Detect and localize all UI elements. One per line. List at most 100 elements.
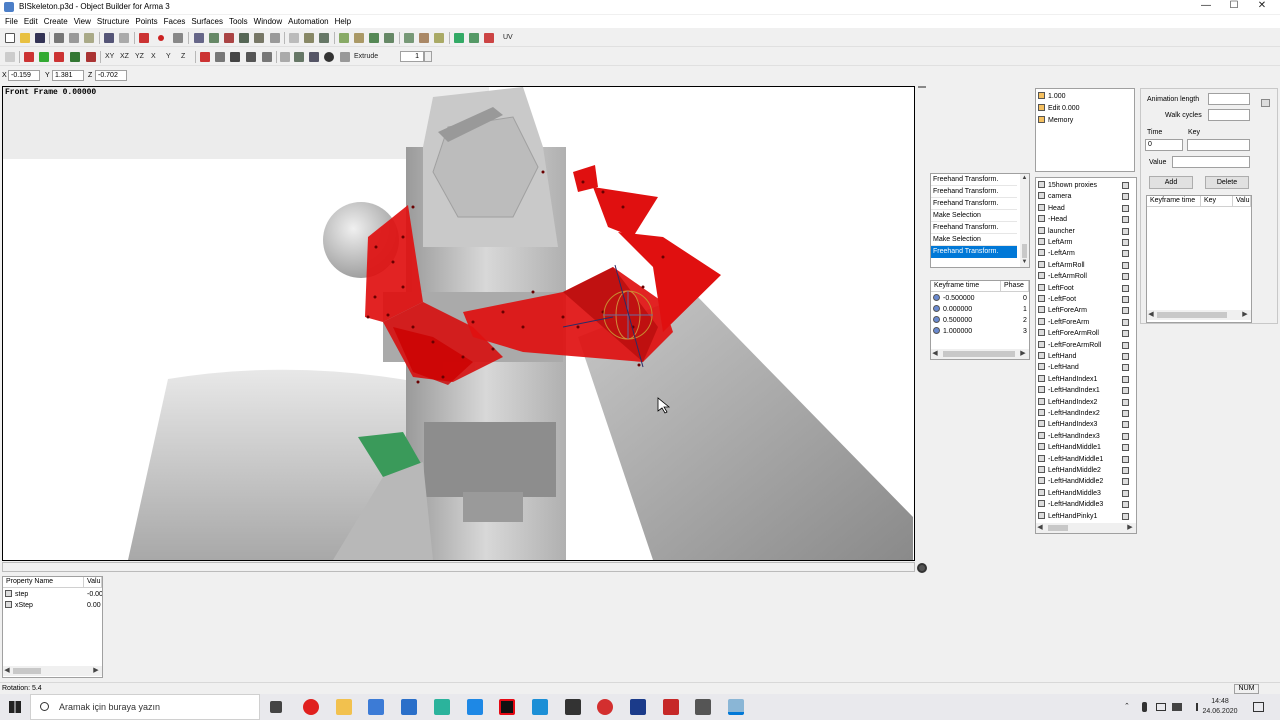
tool-f-icon[interactable] xyxy=(319,33,329,43)
selection-visibility-icon[interactable] xyxy=(1122,261,1129,269)
anim-table-hscrollbar[interactable]: ◀ ▶ xyxy=(1147,310,1251,320)
tool-x-icon[interactable] xyxy=(215,52,225,62)
properties-table[interactable]: Property Name Valu step -0.00 xStep 0.00 ◀… xyxy=(2,576,103,678)
selection-visibility-icon[interactable] xyxy=(1122,501,1129,509)
file-explorer-icon[interactable] xyxy=(336,699,352,715)
key-input[interactable] xyxy=(1187,139,1250,151)
uv-button[interactable]: UV xyxy=(503,33,513,43)
clock-date[interactable]: 24.06.2020 xyxy=(1200,707,1240,716)
record-icon[interactable] xyxy=(139,33,149,43)
history-item[interactable]: Freehand Transform. xyxy=(931,198,1017,210)
task-view-icon[interactable] xyxy=(270,701,282,713)
history-scroll-thumb[interactable] xyxy=(1022,244,1027,258)
mail-icon[interactable] xyxy=(401,699,417,715)
selection-item[interactable]: LeftHandIndex2 xyxy=(1036,397,1136,409)
selection-item[interactable]: -LeftHandMiddle3 xyxy=(1036,499,1136,511)
media-player-icon[interactable] xyxy=(597,699,613,715)
lod-item[interactable]: Edit 0.000 xyxy=(1036,103,1134,115)
app-teal-icon[interactable] xyxy=(434,699,450,715)
microphone-icon[interactable] xyxy=(1142,702,1147,712)
opera-icon[interactable] xyxy=(303,699,319,715)
extrude-input[interactable]: 1 xyxy=(400,51,424,62)
tray-chevron-icon[interactable]: ⌃ xyxy=(1124,702,1130,711)
scroll-right-icon[interactable]: ▶ xyxy=(92,666,100,676)
selection-item[interactable]: LeftArmRoll xyxy=(1036,260,1136,272)
scroll-left-icon[interactable]: ◀ xyxy=(931,349,939,359)
selection-item[interactable]: LeftHand xyxy=(1036,351,1136,363)
history-list[interactable]: Freehand Transform. Freehand Transform. … xyxy=(930,173,1030,268)
selection-item[interactable]: LeftHandMiddle2 xyxy=(1036,465,1136,477)
tool-ae-icon[interactable] xyxy=(324,52,334,62)
tool-z-icon[interactable] xyxy=(246,52,256,62)
notification-icon[interactable] xyxy=(1253,702,1264,712)
play-icon[interactable] xyxy=(173,33,183,43)
tool-p-icon[interactable] xyxy=(484,33,494,43)
tool-g-icon[interactable] xyxy=(339,33,349,43)
tool-j-icon[interactable] xyxy=(384,33,394,43)
anim-key-header[interactable]: Key xyxy=(1201,196,1233,207)
selection-visibility-icon[interactable] xyxy=(1122,432,1129,440)
selection-visibility-icon[interactable] xyxy=(1122,387,1129,395)
selection-visibility-icon[interactable] xyxy=(1122,455,1129,463)
scroll-left-icon[interactable]: ◀ xyxy=(1147,310,1155,320)
named-selections-list[interactable]: 15hown proxies camera Head -Head launcher Lef… xyxy=(1035,177,1137,534)
tool-u-icon[interactable] xyxy=(70,52,80,62)
selection-item[interactable]: -Head xyxy=(1036,214,1136,226)
keyframe-time-header[interactable]: Keyframe time xyxy=(931,281,1001,292)
selection-visibility-icon[interactable] xyxy=(1122,478,1129,486)
tool-k-icon[interactable] xyxy=(404,33,414,43)
scroll-left-icon[interactable]: ◀ xyxy=(1036,523,1044,533)
axis-z-button[interactable]: Z xyxy=(181,52,185,62)
view-xz-button[interactable]: XZ xyxy=(120,52,129,62)
selection-visibility-icon[interactable] xyxy=(1122,216,1129,224)
selection-visibility-icon[interactable] xyxy=(1122,318,1129,326)
stop-dot-icon[interactable] xyxy=(158,35,164,41)
app-blue-icon[interactable] xyxy=(467,699,483,715)
select-icon[interactable] xyxy=(209,33,219,43)
tool-ac-icon[interactable] xyxy=(294,52,304,62)
tool-aa-icon[interactable] xyxy=(262,52,272,62)
selection-visibility-icon[interactable] xyxy=(1122,512,1129,520)
selection-visibility-icon[interactable] xyxy=(1122,193,1129,201)
app-dark-icon[interactable] xyxy=(565,699,581,715)
new-file-icon[interactable] xyxy=(5,33,15,43)
z-coordinate-input[interactable]: -0.702 xyxy=(95,70,127,81)
tool-n-icon[interactable] xyxy=(454,33,464,43)
taskbar-search-box[interactable]: Aramak için buraya yazın xyxy=(30,694,260,720)
delete-button[interactable]: Delete xyxy=(1205,176,1249,189)
selection-item[interactable]: LeftHandIndex1 xyxy=(1036,374,1136,386)
app-gray-icon[interactable] xyxy=(695,699,711,715)
tool-l-icon[interactable] xyxy=(419,33,429,43)
menu-faces[interactable]: Faces xyxy=(161,15,189,28)
properties-hscrollbar[interactable]: ◀ ▶ xyxy=(3,666,102,676)
selection-item[interactable]: launcher xyxy=(1036,226,1136,238)
scroll-right-icon[interactable]: ▶ xyxy=(1241,310,1249,320)
history-item[interactable]: Freehand Transform. xyxy=(931,186,1017,198)
selection-visibility-icon[interactable] xyxy=(1122,307,1129,315)
tool-r-icon[interactable] xyxy=(24,52,34,62)
menu-structure[interactable]: Structure xyxy=(94,15,132,28)
network-icon[interactable] xyxy=(1156,703,1166,711)
tool-v-icon[interactable] xyxy=(86,52,96,62)
selection-item[interactable]: Head xyxy=(1036,203,1136,215)
redo-icon[interactable] xyxy=(119,33,129,43)
selection-visibility-icon[interactable] xyxy=(1122,375,1129,383)
selection-item[interactable]: -LeftFoot xyxy=(1036,294,1136,306)
keyframe-scroll-thumb[interactable] xyxy=(943,351,1015,357)
selection-visibility-icon[interactable] xyxy=(1122,204,1129,212)
history-item[interactable]: Make Selection xyxy=(931,234,1017,246)
value-input[interactable] xyxy=(1172,156,1250,168)
y-coordinate-input[interactable]: 1.381 xyxy=(52,70,84,81)
copy-icon[interactable] xyxy=(69,33,79,43)
tool-w-icon[interactable] xyxy=(200,52,210,62)
selection-item[interactable]: LeftHandMiddle3 xyxy=(1036,488,1136,500)
tool-s-icon[interactable] xyxy=(39,52,49,62)
animation-panel-slider[interactable] xyxy=(1261,93,1270,321)
tool-t-icon[interactable] xyxy=(54,52,64,62)
selections-scroll-thumb[interactable] xyxy=(1048,525,1068,531)
property-value-header[interactable]: Valu xyxy=(84,577,102,588)
keyframe-table[interactable]: Keyframe time Phase -0.500000 0 0.000000 1… xyxy=(930,280,1030,360)
selection-item[interactable]: -LeftHand xyxy=(1036,362,1136,374)
app-v-icon[interactable] xyxy=(630,699,646,715)
selection-visibility-icon[interactable] xyxy=(1122,444,1129,452)
